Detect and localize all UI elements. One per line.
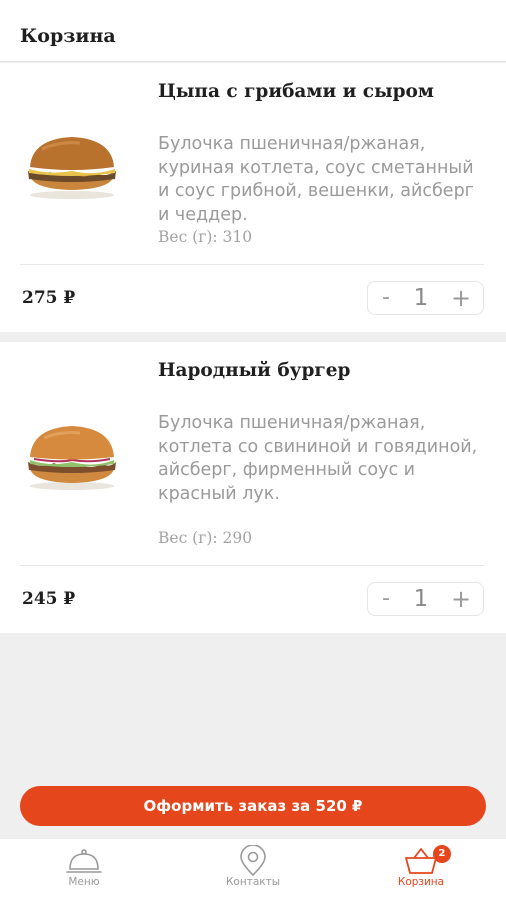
location-pin-icon — [240, 845, 266, 877]
increase-button[interactable]: + — [444, 583, 478, 615]
tab-label: Корзина — [397, 876, 445, 888]
tab-menu[interactable]: Меню — [24, 839, 144, 900]
quantity-value: 1 — [413, 586, 429, 612]
checkout-button[interactable]: Оформить заказ за 520 ₽ — [20, 786, 486, 826]
cart-item: Народный бургер Булочка пшеничная/ржаная… — [0, 342, 506, 633]
item-weight: Вес (г): 290 — [158, 529, 253, 547]
decrease-button[interactable]: - — [372, 282, 400, 314]
item-description: Булочка пшеничная/ржаная, куриная котлет… — [158, 134, 474, 225]
item-weight: Вес (г): 310 — [158, 228, 253, 246]
item-description: Булочка пшеничная/ржаная, котлета со сви… — [158, 413, 478, 504]
quantity-value: 1 — [413, 285, 429, 311]
cart-count-badge: 2 — [433, 845, 451, 863]
tab-contacts[interactable]: Контакты — [193, 839, 313, 900]
item-price: 275 ₽ — [22, 288, 76, 308]
tab-cart[interactable]: 2 Корзина — [361, 839, 481, 900]
divider — [20, 565, 484, 566]
page-title: Корзина — [20, 25, 116, 47]
tab-label: Меню — [68, 876, 100, 888]
cart-item: Цыпа с грибами и сыром Булочка пшеничная… — [0, 63, 506, 332]
tab-label: Контакты — [225, 876, 281, 888]
divider — [20, 264, 484, 265]
item-title: Цыпа с грибами и сыром — [158, 81, 434, 102]
quantity-stepper: - 1 + — [367, 281, 484, 315]
bottom-tab-bar: Меню Контакты 2 Корзина — [0, 838, 506, 900]
burger-image — [28, 426, 116, 490]
item-price: 245 ₽ — [22, 589, 76, 609]
cloche-icon — [66, 849, 102, 873]
burger-image — [28, 137, 116, 199]
top-bar: Корзина — [0, 0, 506, 62]
decrease-button[interactable]: - — [372, 583, 400, 615]
item-title: Народный бургер — [158, 360, 351, 381]
quantity-stepper: - 1 + — [367, 582, 484, 616]
increase-button[interactable]: + — [444, 282, 478, 314]
